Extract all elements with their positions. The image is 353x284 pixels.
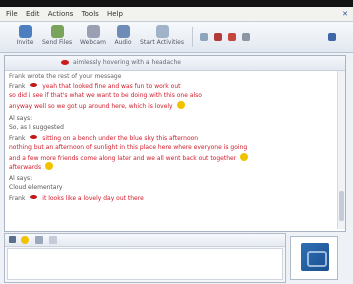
audio-icon: [116, 25, 130, 38]
message-line: Frank it looks like a lovely day out the…: [9, 195, 144, 202]
send-files-icon: [50, 25, 64, 38]
avatar[interactable]: [301, 243, 329, 271]
emoticon-picker-icon[interactable]: [21, 236, 29, 244]
menu-help[interactable]: Help: [107, 7, 123, 21]
message-line: So, as I suggested: [9, 124, 64, 131]
message-line: Cloud elementary: [9, 184, 63, 191]
message-line: Frank yeah that looked fine and was fun …: [9, 83, 181, 90]
emoticon-menu-icon[interactable]: [228, 33, 236, 41]
display-picture-frame: [290, 236, 338, 280]
conversation-header: aimlessly hovering with a headache: [5, 56, 345, 71]
block-icon[interactable]: [214, 33, 222, 41]
sender-emoticon-icon: [30, 83, 38, 87]
contact-emoticon-icon: [61, 60, 69, 65]
nudge-icon[interactable]: [49, 236, 57, 244]
compose-area: [4, 233, 286, 283]
contact-status-text: aimlessly hovering with a headache: [73, 59, 181, 66]
smiley-emoticon-icon: [176, 101, 185, 109]
wink-icon[interactable]: [35, 236, 43, 244]
menu-edit[interactable]: Edit: [26, 7, 40, 21]
messenger-window: File Edit Actions Tools Help ✕ Invite Se…: [0, 0, 353, 284]
audio-button[interactable]: Audio: [108, 24, 138, 50]
history-line: Frank wrote the rest of your message: [9, 73, 122, 80]
send-files-button[interactable]: Send Files: [42, 24, 72, 50]
message-line: and a few more friends come along later …: [9, 153, 250, 162]
scrollbar-thumb[interactable]: [339, 191, 344, 221]
activities-icon: [155, 25, 169, 38]
font-icon[interactable]: [9, 236, 16, 243]
message-line: afterwards: [9, 162, 55, 171]
message-input[interactable]: [7, 248, 283, 280]
conversation-panel: aimlessly hovering with a headache Frank…: [4, 55, 346, 232]
sender-name: Al says:: [9, 115, 33, 122]
menu-actions[interactable]: Actions: [48, 7, 74, 21]
message-line: anyway well so we got up around here, wh…: [9, 101, 187, 110]
sender-name: Al says:: [9, 175, 33, 182]
smiley-emoticon-icon: [45, 162, 53, 170]
smiley-emoticon-icon: [240, 153, 249, 161]
toolbar: Invite Send Files Webcam Audio Start Act…: [0, 22, 353, 53]
sender-name: Frank: [9, 195, 26, 202]
sender-emoticon-icon: [30, 135, 38, 139]
message-line: so did i see if that's what we want to b…: [9, 92, 202, 99]
options-icon[interactable]: [242, 33, 250, 41]
message-line: Frank sitting on a bench under the blue …: [9, 135, 199, 142]
menu-file[interactable]: File: [6, 7, 18, 21]
invite-button[interactable]: Invite: [10, 24, 40, 50]
toolbar-separator: [192, 27, 193, 47]
start-activities-button[interactable]: Start Activities: [140, 24, 184, 50]
window-close-icon[interactable]: ✕: [342, 7, 348, 21]
messenger-logo-icon: [328, 33, 336, 41]
title-bar: [0, 0, 353, 7]
sender-name: Frank: [9, 135, 26, 142]
format-toolbar: [5, 234, 285, 247]
games-icon[interactable]: [200, 33, 208, 41]
menu-bar: File Edit Actions Tools Help ✕: [0, 7, 353, 22]
webcam-button[interactable]: Webcam: [78, 24, 108, 50]
message-history: Frank wrote the rest of your message Fra…: [5, 71, 337, 231]
menu-tools[interactable]: Tools: [82, 7, 99, 21]
sender-emoticon-icon: [30, 195, 38, 199]
sender-name: Frank: [9, 83, 26, 90]
webcam-icon: [86, 25, 100, 38]
message-line: nothing but an afternoon of sunlight in …: [9, 144, 248, 151]
invite-user-icon: [18, 25, 32, 38]
message-scrollbar[interactable]: [337, 71, 345, 229]
